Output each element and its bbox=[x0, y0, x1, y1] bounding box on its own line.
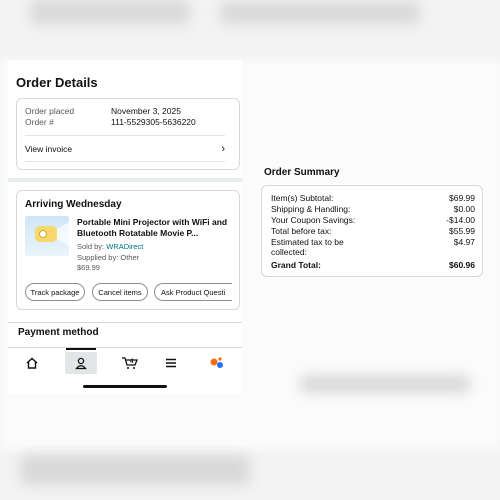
divider bbox=[8, 322, 242, 323]
sold-by: Sold by: WRADirect bbox=[77, 242, 143, 251]
chevron-right-icon: › bbox=[221, 143, 225, 155]
view-invoice-button[interactable]: View invoice › bbox=[25, 138, 225, 160]
home-icon bbox=[26, 357, 38, 369]
order-placed-value: November 3, 2025 bbox=[111, 106, 181, 116]
cancel-items-button[interactable]: Cancel items bbox=[92, 283, 148, 301]
cart-icon: 4 bbox=[122, 357, 138, 369]
divider bbox=[25, 135, 225, 136]
ask-product-question-button[interactable]: Ask Product Questi bbox=[154, 283, 232, 301]
summary-amount: $4.97 bbox=[453, 237, 475, 247]
tab-home[interactable] bbox=[16, 352, 48, 374]
summary-label: Total before tax: bbox=[271, 226, 332, 236]
tab-cart[interactable]: 4 bbox=[114, 352, 146, 374]
track-package-button[interactable]: Track package bbox=[25, 283, 85, 301]
order-number-label: Order # bbox=[25, 117, 54, 127]
order-number-value: 111-5529305-5636220 bbox=[111, 117, 196, 127]
background-blur-block bbox=[20, 455, 250, 485]
home-indicator bbox=[83, 385, 167, 388]
background-blur-block bbox=[30, 0, 190, 24]
summary-amount: $55.99 bbox=[449, 226, 475, 236]
summary-label: Item(s) Subtotal: bbox=[271, 193, 334, 203]
summary-amount: $60.96 bbox=[449, 260, 475, 270]
background-blur-block bbox=[220, 2, 420, 24]
summary-label: Grand Total: bbox=[271, 260, 321, 270]
tab-ai-assistant[interactable] bbox=[201, 352, 233, 374]
arriving-heading: Arriving Wednesday bbox=[25, 199, 122, 210]
summary-label: Estimated tax to be collected: bbox=[271, 237, 344, 257]
background-blur-block bbox=[300, 375, 470, 393]
tab-account[interactable] bbox=[65, 352, 97, 374]
summary-amount: $0.00 bbox=[453, 204, 475, 214]
projector-lens bbox=[39, 230, 47, 238]
order-details-panel: Order Details Order placed November 3, 2… bbox=[8, 60, 242, 394]
page-title: Order Details bbox=[16, 75, 98, 90]
active-tab-indicator bbox=[66, 348, 96, 350]
order-summary-heading: Order Summary bbox=[264, 167, 340, 178]
supplied-by: Supplied by: Other bbox=[77, 253, 140, 262]
ai-assistant-icon bbox=[210, 357, 223, 368]
product-price: $69.99 bbox=[77, 263, 100, 272]
menu-icon bbox=[166, 358, 176, 368]
seller-link[interactable]: WRADirect bbox=[106, 242, 143, 251]
summary-amount: $69.99 bbox=[449, 193, 475, 203]
payment-method-heading: Payment method bbox=[18, 327, 99, 338]
summary-label: Shipping & Handling: bbox=[271, 204, 351, 214]
product-image[interactable] bbox=[25, 216, 69, 256]
divider bbox=[25, 161, 225, 162]
bottom-tab-bar: 4 bbox=[8, 347, 242, 394]
account-icon bbox=[75, 357, 87, 370]
sold-by-label: Sold by: bbox=[77, 242, 105, 251]
product-title-link[interactable]: Portable Mini Projector with WiFi and Bl… bbox=[77, 217, 232, 239]
tab-menu[interactable] bbox=[155, 352, 187, 374]
summary-label: Your Coupon Savings: bbox=[271, 215, 356, 225]
section-separator bbox=[8, 178, 242, 182]
view-invoice-label: View invoice bbox=[25, 144, 73, 154]
order-placed-label: Order placed bbox=[25, 106, 75, 116]
summary-amount: -$14.00 bbox=[446, 215, 475, 225]
